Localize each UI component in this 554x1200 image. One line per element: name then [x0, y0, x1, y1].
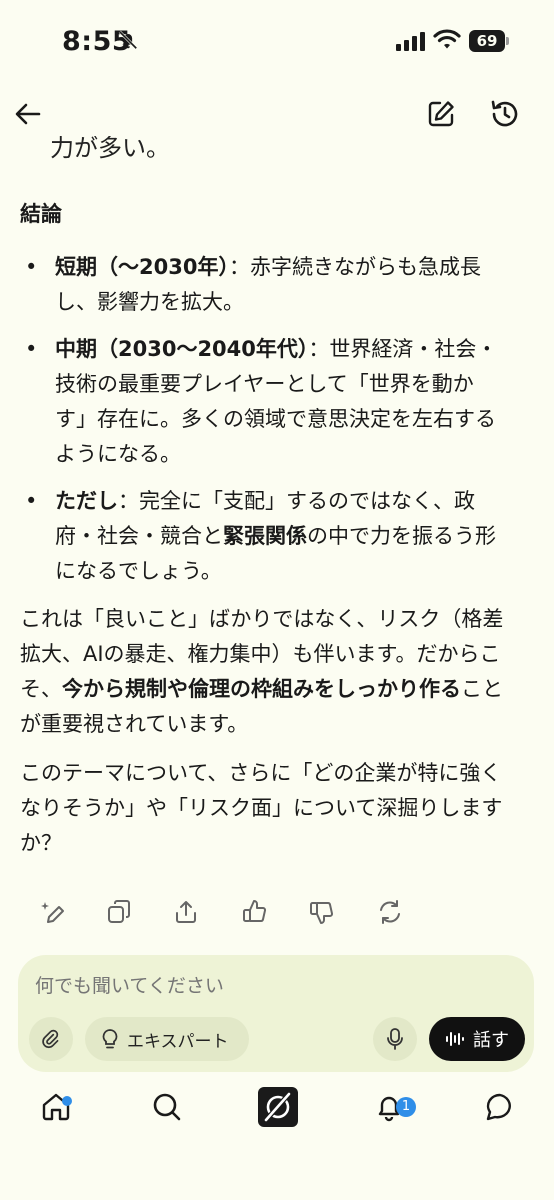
message-input[interactable] — [35, 975, 495, 997]
home-unread-dot — [62, 1096, 72, 1106]
bell-off-icon — [118, 30, 138, 50]
paperclip-icon — [42, 1029, 59, 1049]
thumbs-up-icon — [243, 900, 267, 922]
status-bar: 8:55 69 — [0, 0, 554, 80]
regenerate-button[interactable] — [372, 894, 408, 930]
thumbs-down-button[interactable] — [304, 894, 340, 930]
bullet-dot: • — [25, 489, 38, 513]
edit-sparkle-button[interactable] — [35, 894, 71, 930]
top-navigation — [0, 90, 554, 140]
paragraph-risks-bold: 今から規制や倫理の枠組みをしっかり作る — [62, 677, 461, 701]
expert-mode-button[interactable]: エキスパート — [85, 1017, 249, 1061]
thumbs-down-icon — [310, 902, 334, 924]
bullet-mid-term-text-4: ようになる。 — [55, 442, 181, 466]
tab-home[interactable] — [34, 1085, 78, 1129]
thumbs-up-button[interactable] — [237, 894, 273, 930]
grok-logo-icon — [258, 1087, 298, 1127]
bullet-short-term-text-2: し、影響力を拡大。 — [55, 290, 244, 314]
paragraph-followup-line-2: なりそうか」や「リスク面」について深掘りします — [20, 796, 503, 820]
signal-icon — [396, 32, 425, 51]
bottom-tab-bar — [0, 1085, 554, 1150]
message-composer: エキスパート 話す — [18, 955, 534, 1072]
microphone-icon — [387, 1028, 403, 1050]
tab-grok[interactable] — [256, 1085, 300, 1129]
bullet-however-text: ：完全に「支配」するのではなく、政 — [118, 489, 475, 513]
home-indicator-area — [0, 1150, 554, 1200]
bullet-short-term: • 短期（〜2030年）：赤字続きながらも急成長 し、影響力を拡大。 — [20, 250, 540, 320]
talk-button[interactable]: 話す — [429, 1017, 525, 1061]
bullet-however-text-2b: の中で力を振るう形 — [307, 524, 496, 548]
bullet-dot: • — [25, 255, 38, 279]
copy-icon — [108, 900, 130, 923]
tab-messages[interactable] — [478, 1085, 522, 1129]
bullet-however-text-3: になるでしょう。 — [55, 559, 222, 583]
share-button[interactable] — [168, 894, 204, 930]
lightbulb-icon — [102, 1029, 118, 1049]
paragraph-followup-line-3: か？ — [20, 831, 62, 855]
bullet-however-text-2a: 府・社会・競合と — [55, 524, 223, 548]
history-icon[interactable] — [489, 98, 521, 130]
bullet-short-term-text: ：赤字続きながらも急成長 — [228, 255, 481, 279]
attach-button[interactable] — [29, 1017, 73, 1061]
conclusion-heading: 結論 — [20, 202, 62, 226]
edit-sparkle-icon — [41, 902, 64, 923]
bullet-mid-term: • 中期（2030〜2040年代）：世界経済・社会・ 技術の最重要プレイヤーとし… — [20, 332, 540, 472]
message-actions — [0, 894, 554, 934]
wifi-icon — [433, 29, 461, 49]
paragraph-risks-line-4: が重要視されています。 — [20, 712, 249, 736]
bullet-however-bold-2: 緊張関係 — [223, 524, 307, 548]
back-arrow-icon[interactable] — [14, 100, 42, 128]
chat-bubble-icon — [486, 1093, 511, 1121]
battery-tip — [506, 37, 509, 45]
talk-label: 話す — [473, 1030, 509, 1051]
bullet-mid-term-title: 中期（2030〜2040年代） — [55, 337, 309, 361]
microphone-button[interactable] — [373, 1017, 417, 1061]
copy-button[interactable] — [101, 894, 137, 930]
bullet-dot: • — [25, 337, 38, 361]
bullet-short-term-title: 短期（〜2030年） — [55, 255, 229, 279]
bullet-mid-term-text-3: す」存在に。多くの領域で意思決定を左右する — [55, 407, 496, 431]
notification-badge: 1 — [396, 1097, 416, 1117]
tab-search[interactable] — [145, 1085, 189, 1129]
bullet-mid-term-text-2: 技術の最重要プレイヤーとして「世界を動か — [55, 372, 474, 396]
new-chat-edit-icon[interactable] — [426, 99, 456, 129]
battery-indicator: 69 — [469, 30, 505, 52]
paragraph-risks-line-2: 拡大、AIの暴走、権力集中）も伴います。だからこ — [20, 642, 501, 666]
paragraph-risks-line-3b: こと — [461, 677, 503, 701]
share-icon — [176, 901, 196, 923]
bullet-however: • ただし：完全に「支配」するのではなく、政 府・社会・競合と緊張関係の中で力を… — [20, 484, 540, 589]
paragraph-risks: これは「良いこと」ばかりではなく、リスク（格差 拡大、AIの暴走、権力集中）も伴… — [20, 602, 540, 742]
paragraph-risks-line-1: これは「良いこと」ばかりではなく、リスク（格差 — [20, 607, 504, 631]
expert-mode-label: エキスパート — [127, 1031, 229, 1052]
paragraph-followup-line-1: このテーマについて、さらに「どの企業が特に強く — [20, 761, 502, 785]
paragraph-risks-line-3a: そ、 — [20, 677, 62, 701]
paragraph-followup-question: このテーマについて、さらに「どの企業が特に強く なりそうか」や「リスク面」につい… — [20, 756, 540, 861]
bullet-however-title: ただし — [55, 489, 118, 513]
regenerate-icon — [380, 900, 400, 924]
voice-waveform-icon — [446, 1032, 464, 1046]
search-icon — [153, 1093, 181, 1121]
bullet-mid-term-text: ：世界経済・社会・ — [308, 337, 498, 361]
